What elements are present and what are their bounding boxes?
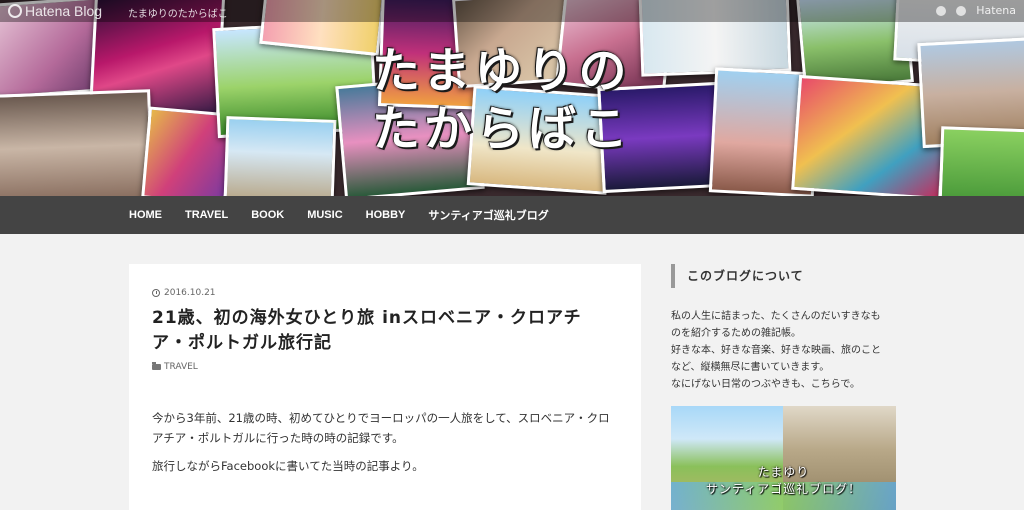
main-content: 2016.10.21 21歳、初の海外女ひとり旅 inスロベニア・クロアチア・ポ… (0, 234, 1024, 510)
hatena-blog-bar: Hatena Blog たまゆりのたからばこ Hatena (0, 0, 1024, 22)
sidebar-description-line: のを紹介するための雑記帳。 (671, 328, 801, 339)
hatena-logo-icon (8, 4, 22, 18)
star-icon[interactable] (956, 5, 967, 16)
hatena-right-label[interactable]: Hatena (976, 4, 1016, 17)
nav-item-travel[interactable]: TRAVEL (185, 209, 228, 221)
post-category-text[interactable]: TRAVEL (164, 362, 198, 372)
post-paragraph: 今から3年前、21歳の時、初めてひとりでヨーロッパの一人旅をして、スロベニア・ク… (152, 411, 610, 445)
post-date: 2016.10.21 (152, 288, 617, 298)
clock-icon (152, 289, 160, 297)
santiago-blog-banner[interactable]: たまゆり サンティアゴ巡礼ブログ！ (671, 406, 896, 510)
nav-item-hobby[interactable]: HOBBY (366, 209, 406, 221)
nav-item-book[interactable]: BOOK (251, 209, 284, 221)
nav-item-santiago[interactable]: サンティアゴ巡礼ブログ (428, 207, 548, 223)
santiago-banner-text-line: サンティアゴ巡礼ブログ！ (705, 482, 862, 496)
article-card: 2016.10.21 21歳、初の海外女ひとり旅 inスロベニア・クロアチア・ポ… (129, 264, 641, 510)
post-category[interactable]: TRAVEL (152, 362, 617, 372)
user-icon[interactable] (936, 5, 947, 16)
nav-item-home[interactable]: HOME (129, 209, 162, 221)
post-date-text: 2016.10.21 (164, 288, 216, 298)
header-banner[interactable]: Hatena Blog たまゆりのたからばこ Hatena たまゆりの たからば… (0, 0, 1024, 196)
sidebar-description: 私の人生に詰まった、たくさんのだいすきなも のを紹介するための雑記帳。 好きな本… (671, 308, 896, 393)
post-title[interactable]: 21歳、初の海外女ひとり旅 inスロベニア・クロアチア・ポルトガル旅行記 (152, 306, 617, 356)
sidebar-description-line: 好きな本、好きな音楽、好きな映画、旅のこと (671, 345, 881, 356)
global-nav: HOME TRAVEL BOOK MUSIC HOBBY サンティアゴ巡礼ブログ (0, 196, 1024, 234)
hatena-bar-right: Hatena (936, 4, 1016, 17)
folder-icon (152, 362, 161, 370)
post-paragraph: 旅行しながらFacebookに書いてた当時の記事より。 (152, 459, 424, 473)
sidebar-description-line: など、縦横無尽に書いていきます。 (671, 362, 830, 373)
santiago-banner-text-line: たまゆり (757, 465, 810, 479)
nav-item-music[interactable]: MUSIC (307, 209, 342, 221)
sidebar: このブログについて 私の人生に詰まった、たくさんのだいすきなも のを紹介するため… (671, 264, 896, 510)
santiago-banner-text: たまゆり サンティアゴ巡礼ブログ！ (671, 464, 896, 498)
sidebar-heading: このブログについて (671, 264, 896, 288)
sidebar-description-line: なにげない日常のつぶやきも、こちらで。 (671, 379, 860, 390)
hatena-blog-logo[interactable]: Hatena Blog (8, 3, 102, 19)
blog-title[interactable]: たまゆりの たからばこ (372, 42, 662, 162)
sidebar-description-line: 私の人生に詰まった、たくさんのだいすきなも (671, 311, 881, 322)
post-body: 今から3年前、21歳の時、初めてひとりでヨーロッパの一人旅をして、スロベニア・ク… (152, 408, 617, 476)
blog-title-line1: たまゆりの (372, 43, 631, 99)
blog-title-line2: たからばこ (372, 101, 633, 157)
hatena-blog-name[interactable]: たまゆりのたからばこ (128, 5, 228, 20)
